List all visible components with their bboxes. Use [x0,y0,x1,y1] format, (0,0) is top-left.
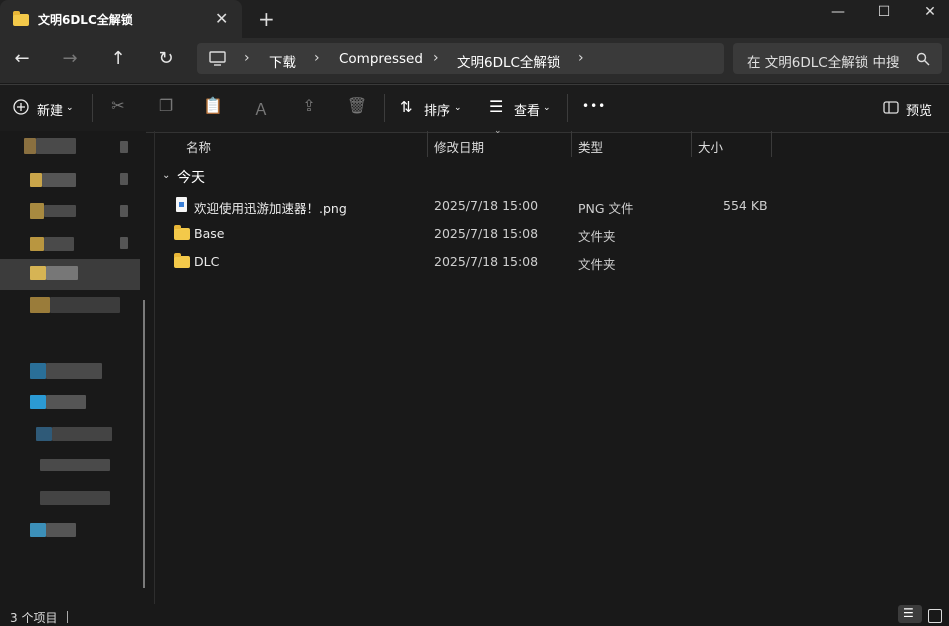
column-header-size[interactable]: 大小 [698,137,723,156]
chevron-right-icon[interactable]: › [314,50,320,66]
sort-button[interactable]: 排序 [424,100,450,119]
column-divider[interactable] [771,131,772,157]
more-options-icon[interactable]: ••• [582,99,606,113]
file-modified: 2025/7/18 15:08 [434,254,539,269]
refresh-icon[interactable]: ↻ [152,47,180,71]
chevron-down-icon[interactable]: ⌄ [162,170,170,181]
file-name[interactable]: DLC [194,254,219,269]
view-icon[interactable]: ☰ [489,97,503,116]
sidebar-scrollbar[interactable] [143,300,145,588]
file-name[interactable]: 欢迎使用迅游加速器！.png [194,198,347,217]
chevron-down-icon[interactable]: ⌄ [543,103,551,113]
sort-indicator-icon: ⌄ [494,126,502,136]
folder-icon [174,253,190,268]
details-view-icon: ☰ [903,606,914,620]
column-divider[interactable] [571,131,572,157]
file-type: PNG 文件 [578,201,634,216]
rename-icon[interactable]: Ａ [250,96,272,119]
divider [567,94,568,122]
view-button[interactable]: 查看 [514,100,540,119]
chevron-right-icon[interactable]: › [433,50,439,66]
back-icon[interactable]: ← [8,47,36,71]
minimize-icon[interactable]: — [818,4,858,26]
file-name[interactable]: Base [194,226,224,241]
column-header-modified[interactable]: 修改日期 [434,137,484,156]
png-file-icon [176,197,187,212]
details-view-button[interactable]: ☰ [898,605,922,623]
command-bar [0,84,949,133]
search-icon[interactable] [916,52,930,66]
divider [92,94,93,122]
pane-divider[interactable] [154,131,155,604]
chevron-right-icon[interactable]: › [578,50,584,66]
computer-icon[interactable] [209,51,227,67]
preview-button[interactable]: 预览 [906,100,932,119]
divider [384,94,385,122]
maximize-icon[interactable]: ☐ [864,4,904,26]
file-modified: 2025/7/18 15:00 [434,198,539,213]
close-tab-icon[interactable]: ✕ [215,9,228,28]
sidebar-items[interactable] [0,131,146,604]
search-placeholder: 在 文明6DLC全解锁 中搜 [747,55,900,71]
cut-icon[interactable]: ✂ [107,96,129,118]
close-icon[interactable]: ✕ [910,4,949,26]
paste-icon[interactable]: 📋 [202,96,224,118]
sort-icon[interactable]: ⇅ [400,98,413,116]
tiles-view-icon[interactable] [928,609,942,623]
share-icon[interactable]: ⇪ [298,96,320,118]
copy-icon[interactable]: ❐ [155,96,177,118]
new-button[interactable]: 新建 [37,100,63,119]
tab-title: 文明6DLC全解锁 [38,13,133,27]
file-type: 文件夹 [578,257,616,272]
column-header-type[interactable]: 类型 [578,137,603,156]
breadcrumb-compressed[interactable]: Compressed [339,51,423,67]
column-divider[interactable] [691,131,692,157]
add-icon[interactable] [13,99,29,115]
breadcrumb-current[interactable]: 文明6DLC全解锁 [457,51,560,71]
chevron-down-icon[interactable]: ⌄ [454,103,462,113]
preview-pane-icon[interactable] [883,101,899,114]
forward-icon[interactable]: → [56,47,84,71]
folder-icon [174,225,190,240]
group-header-today[interactable]: 今天 [177,167,205,187]
folder-icon [13,11,29,26]
breadcrumb-downloads[interactable]: 下载 [269,51,296,71]
new-tab-icon[interactable]: + [258,7,275,31]
file-modified: 2025/7/18 15:08 [434,226,539,241]
item-count: 3 个项目 [10,611,58,625]
status-bar [0,604,949,623]
up-icon[interactable]: ↑ [104,47,132,71]
file-type: 文件夹 [578,229,616,244]
chevron-right-icon[interactable]: › [244,50,250,66]
column-header-name[interactable]: 名称 [186,137,211,156]
delete-icon[interactable]: 🗑 [346,96,368,118]
file-size: 554 KB [723,198,768,213]
column-divider[interactable] [427,131,428,157]
chevron-down-icon[interactable]: ⌄ [66,103,74,113]
divider [67,611,68,623]
